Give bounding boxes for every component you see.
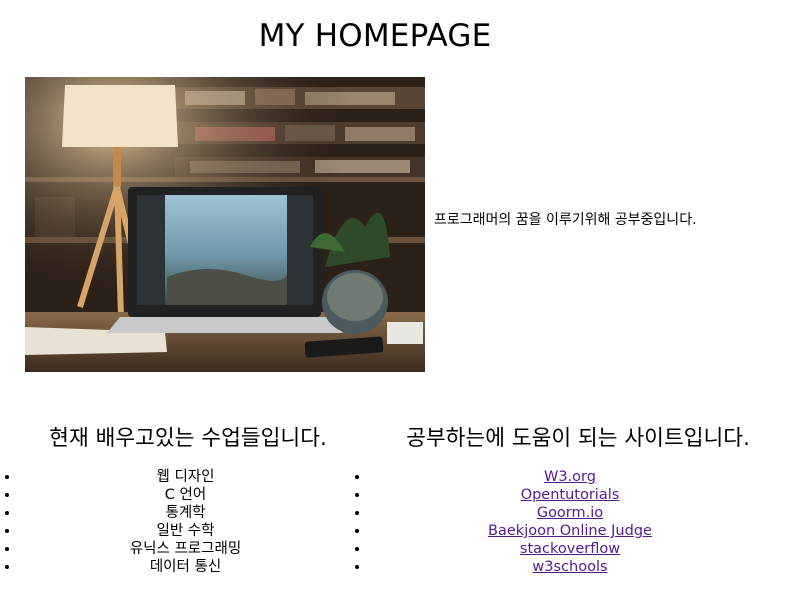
courses-section: 현재 배우고있는 수업들입니다. 웹 디자인 C 언어 통계학 일반 수학 유닉…: [0, 421, 372, 575]
list-item: 데이터 통신: [20, 558, 351, 576]
link-goorm[interactable]: Goorm.io: [537, 505, 603, 521]
list-item: 유닉스 프로그래밍: [20, 540, 351, 558]
intro-text: 프로그래머의 꿈을 이루기위해 공부중입니다.: [434, 212, 697, 228]
list-item: w3schools: [370, 558, 770, 576]
link-opentutorials[interactable]: Opentutorials: [521, 487, 620, 503]
sites-list: W3.org Opentutorials Goorm.io Baekjoon O…: [380, 468, 798, 576]
sites-section: 공부하는에 도움이 되는 사이트입니다. W3.org Opentutorial…: [360, 421, 778, 575]
courses-list: 웹 디자인 C 언어 통계학 일반 수학 유닉스 프로그래밍 데이터 통신: [20, 468, 392, 576]
link-stackoverflow[interactable]: stackoverflow: [520, 541, 620, 557]
list-item: Baekjoon Online Judge: [370, 522, 770, 540]
list-item: stackoverflow: [370, 540, 770, 558]
courses-heading: 현재 배우고있는 수업들입니다.: [49, 426, 327, 451]
list-item: 웹 디자인: [20, 468, 351, 486]
link-w3schools[interactable]: w3schools: [532, 559, 607, 575]
list-item: W3.org: [370, 468, 770, 486]
list-item: C 언어: [20, 486, 351, 504]
list-item: Opentutorials: [370, 486, 770, 504]
list-item: Goorm.io: [370, 504, 770, 522]
link-w3org[interactable]: W3.org: [544, 469, 596, 485]
link-baekjoon[interactable]: Baekjoon Online Judge: [488, 523, 652, 539]
sites-heading: 공부하는에 도움이 되는 사이트입니다.: [406, 426, 750, 451]
laptop-desk-photo: [25, 77, 425, 372]
list-item: 통계학: [20, 504, 351, 522]
list-item: 일반 수학: [20, 522, 351, 540]
page-title: MY HOMEPAGE: [258, 18, 492, 54]
